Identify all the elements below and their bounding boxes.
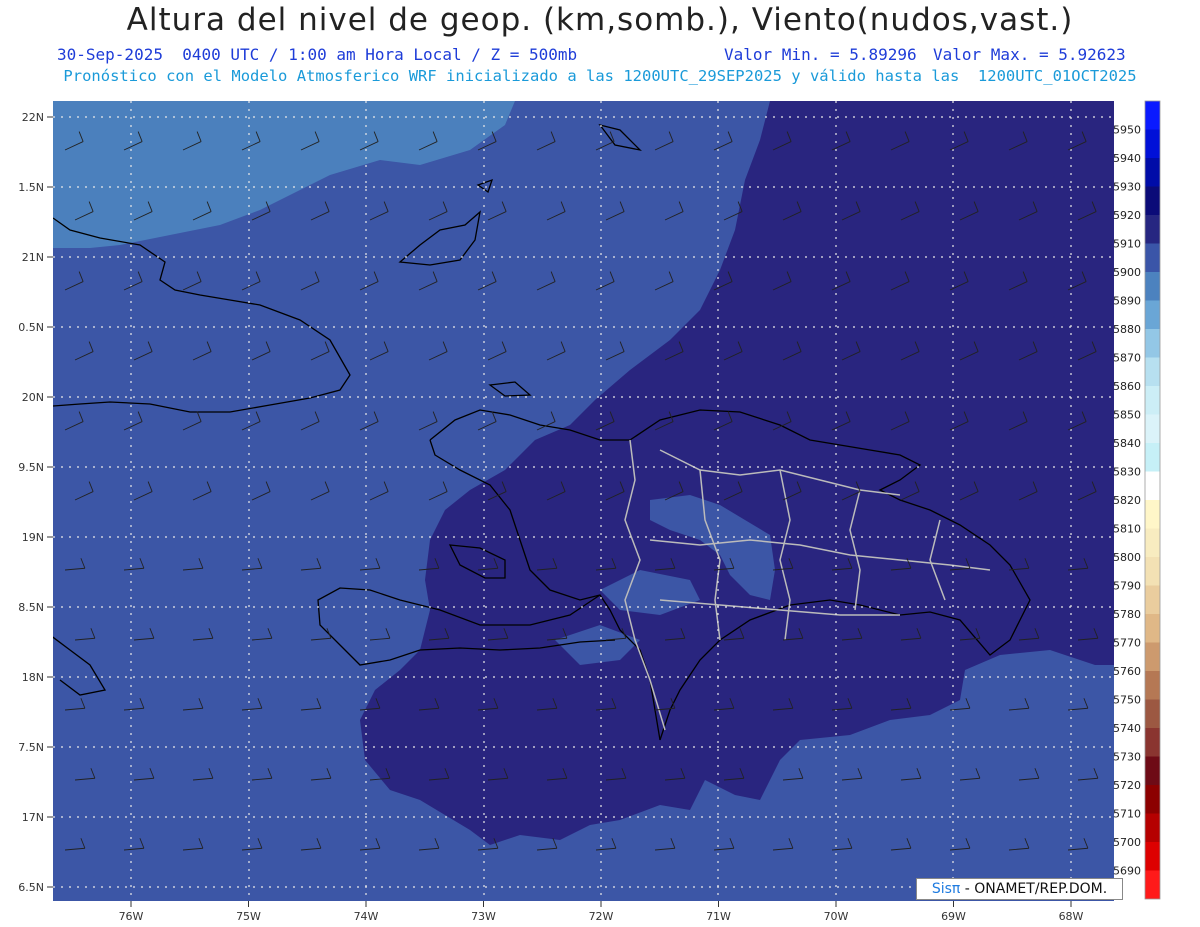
lon-label: 75W: [236, 910, 261, 923]
colorbar-label: 5930: [1113, 181, 1141, 194]
lon-label: 69W: [941, 910, 966, 923]
colorbar-swatch: [1145, 158, 1160, 187]
lat-label: 21N: [22, 251, 44, 264]
colorbar-label: 5770: [1113, 637, 1141, 650]
colorbar-label: 5890: [1113, 295, 1141, 308]
colorbar-swatch: [1145, 129, 1160, 158]
colorbar-label: 5860: [1113, 380, 1141, 393]
colorbar: 5950 5940 5930 5920 5910 5900 5890 5880 5870 5860…: [1113, 100, 1161, 900]
lon-label: 71W: [706, 910, 731, 923]
colorbar-label: 5850: [1113, 409, 1141, 422]
colorbar-label: 5830: [1113, 466, 1141, 479]
lon-label: 73W: [471, 910, 496, 923]
colorbar-swatch: [1145, 500, 1160, 529]
colorbar-label: 5790: [1113, 580, 1141, 593]
colorbar-label: 5690: [1113, 865, 1141, 878]
colorbar-swatch: [1145, 300, 1160, 329]
colorbar-swatch: [1145, 215, 1160, 244]
lat-label: 18N: [22, 671, 44, 684]
lat-label: 6.5N: [18, 881, 44, 894]
colorbar-swatch: [1145, 357, 1160, 386]
lon-label: 68W: [1059, 910, 1084, 923]
colorbar-label: 5840: [1113, 437, 1141, 450]
colorbar-swatch: [1145, 557, 1160, 586]
colorbar-swatch: [1145, 101, 1160, 130]
colorbar-swatch: [1145, 728, 1160, 757]
colorbar-label: 5760: [1113, 665, 1141, 678]
map-canvas: 22N 1.5N 21N 0.5N 20N 9.5N 19N 8.5N 18N 7.5N 17N 6.…: [18, 100, 1161, 923]
longitude-axis: 76W 75W 74W 73W 72W 71W 70W 69W 68W: [119, 901, 1084, 923]
colorbar-label: 5740: [1113, 722, 1141, 735]
colorbar-label: 5780: [1113, 608, 1141, 621]
lat-label: 7.5N: [18, 741, 44, 754]
credit-brand: Sisπ: [931, 881, 961, 897]
colorbar-label: 5700: [1113, 836, 1141, 849]
lon-label: 72W: [589, 910, 614, 923]
colorbar-swatch: [1145, 585, 1160, 614]
lon-label: 74W: [354, 910, 379, 923]
colorbar-swatch: [1145, 642, 1160, 671]
lat-label: 1.5N: [18, 181, 44, 194]
colorbar-label: 5710: [1113, 808, 1141, 821]
colorbar-swatch: [1145, 443, 1160, 472]
colorbar-swatch: [1145, 756, 1160, 785]
lat-label: 22N: [22, 111, 44, 124]
lat-label: 0.5N: [18, 321, 44, 334]
colorbar-label: 5720: [1113, 779, 1141, 792]
colorbar-label: 5900: [1113, 266, 1141, 279]
colorbar-label: 5870: [1113, 352, 1141, 365]
colorbar-label: 5950: [1113, 124, 1141, 137]
colorbar-swatch: [1145, 471, 1160, 500]
lat-label: 8.5N: [18, 601, 44, 614]
colorbar-label: 5880: [1113, 323, 1141, 336]
lat-label: 9.5N: [18, 461, 44, 474]
lat-label: 17N: [22, 811, 44, 824]
colorbar-swatch: [1145, 272, 1160, 301]
colorbar-swatch: [1145, 614, 1160, 643]
credit-text: - ONAMET/REP.DOM.: [964, 881, 1108, 897]
colorbar-swatch: [1145, 785, 1160, 814]
colorbar-label: 5810: [1113, 523, 1141, 536]
colorbar-swatch: [1145, 186, 1160, 215]
colorbar-label: 5910: [1113, 238, 1141, 251]
colorbar-swatch: [1145, 813, 1160, 842]
credit-box: Sisπ - ONAMET/REP.DOM.: [916, 878, 1123, 900]
latitude-axis: 22N 1.5N 21N 0.5N 20N 9.5N 19N 8.5N 18N 7.5N 17N 6.…: [18, 111, 53, 894]
lon-label: 76W: [119, 910, 144, 923]
colorbar-label: 5920: [1113, 209, 1141, 222]
colorbar-swatch: [1145, 414, 1160, 443]
lat-label: 19N: [22, 531, 44, 544]
colorbar-label: 5820: [1113, 494, 1141, 507]
colorbar-label: 5800: [1113, 551, 1141, 564]
colorbar-label: 5730: [1113, 751, 1141, 764]
colorbar-swatch: [1145, 243, 1160, 272]
colorbar-label: 5940: [1113, 152, 1141, 165]
colorbar-swatch: [1145, 329, 1160, 358]
colorbar-swatch: [1145, 528, 1160, 557]
lat-label: 20N: [22, 391, 44, 404]
colorbar-swatch: [1145, 386, 1160, 415]
colorbar-swatch: [1145, 842, 1160, 871]
colorbar-label: 5750: [1113, 694, 1141, 707]
colorbar-swatch: [1145, 870, 1160, 899]
colorbar-swatch: [1145, 671, 1160, 700]
lon-label: 70W: [824, 910, 849, 923]
colorbar-swatch: [1145, 699, 1160, 728]
